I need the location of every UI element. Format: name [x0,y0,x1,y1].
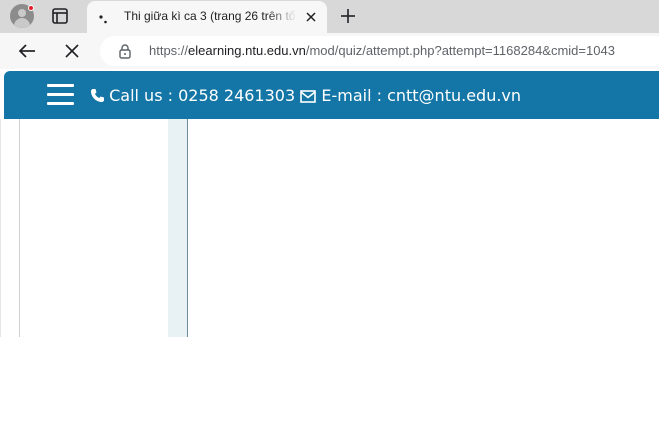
site-navbar: Call us : 0258 2461303 E-mail : cntt@ntu… [4,71,659,119]
url-scheme: https:// [149,43,189,58]
browser-tab-strip: Thi giữa kì ca 3 (trang 26 trên tổng [0,0,659,34]
hamburger-menu-icon[interactable] [47,84,74,106]
url-host: elearning.ntu.edu.vn [188,43,306,58]
browser-toolbar: https://elearning.ntu.edu.vn/mod/quiz/at… [0,33,659,69]
tab-actions-icon[interactable] [48,5,72,27]
loading-spinner-icon [97,11,111,25]
phone-label: Call us : 0258 2461303 [109,86,296,105]
tab-close-icon[interactable] [303,9,319,25]
profile-notification-dot [28,5,34,11]
email-label: E-mail : cntt@ntu.edu.vn [321,86,522,105]
new-tab-icon[interactable] [338,6,358,26]
address-url: https://elearning.ntu.edu.vn/mod/quiz/at… [149,43,615,58]
back-arrow-icon[interactable] [17,41,37,61]
mail-icon [300,86,321,105]
phone-icon [90,86,109,105]
address-bar[interactable]: https://elearning.ntu.edu.vn/mod/quiz/at… [100,36,659,66]
browser-tab-active[interactable]: Thi giữa kì ca 3 (trang 26 trên tổng [87,1,327,34]
stop-loading-icon[interactable] [62,41,82,61]
site-info-icon[interactable] [117,43,133,59]
main-content-area [189,119,659,337]
blank-area [0,337,659,440]
contact-info: Call us : 0258 2461303 E-mail : cntt@ntu… [90,86,521,105]
content-gutter [168,119,188,337]
left-sidebar-edge [4,119,20,337]
url-path: /mod/quiz/attempt.php?attempt=1168284&cm… [305,43,615,58]
